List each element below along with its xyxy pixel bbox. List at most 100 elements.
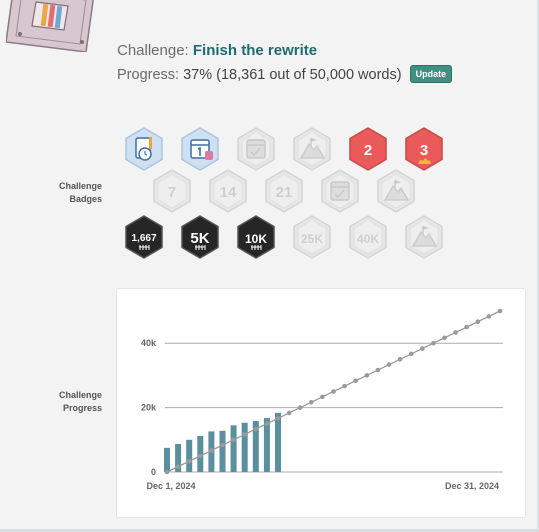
calendar-checklist-icon[interactable] bbox=[233, 126, 279, 172]
calendar-done-icon[interactable] bbox=[317, 168, 363, 214]
goal-point[interactable] bbox=[186, 458, 192, 464]
progress-chart: 0 20k 40k Dec 1, 2024 Dec 31, 2024 bbox=[141, 308, 503, 491]
badge-text: 14 bbox=[220, 184, 237, 201]
progress-bar[interactable] bbox=[219, 430, 226, 472]
progress-summary: Progress: 37% (18,361 out of 50,000 word… bbox=[117, 65, 453, 83]
badge-text: 3 bbox=[420, 142, 428, 159]
streak-3-shape: 3 bbox=[405, 127, 443, 171]
badge-text: 7 bbox=[168, 184, 176, 201]
planner-clock-icon[interactable] bbox=[121, 126, 167, 172]
words-10k-shape: 10K bbox=[237, 215, 275, 259]
goal-point[interactable] bbox=[386, 362, 392, 367]
summit-flag-shape bbox=[377, 169, 415, 213]
calendar-day-one-shape bbox=[181, 127, 219, 171]
progress-chart-card: 0 20k 40k Dec 1, 2024 Dec 31, 2024 bbox=[116, 288, 526, 518]
streak-2-icon[interactable]: 2 bbox=[345, 126, 391, 172]
goal-point[interactable] bbox=[431, 340, 436, 346]
words-25k-icon[interactable]: 25K bbox=[289, 214, 335, 260]
badge-text: 2 bbox=[364, 142, 372, 159]
progress-bar[interactable] bbox=[164, 447, 170, 472]
tent-flag-shape bbox=[405, 215, 443, 259]
words-5k-shape: 5K bbox=[181, 215, 219, 259]
chart-label-line1: Challenge bbox=[58, 390, 102, 400]
goal-point[interactable] bbox=[231, 437, 236, 443]
words-10k-icon[interactable]: 10K bbox=[233, 214, 279, 260]
summit-flag-icon[interactable] bbox=[373, 168, 419, 214]
goal-point[interactable] bbox=[364, 373, 370, 378]
project-cover-image[interactable] bbox=[6, 0, 98, 52]
challenge-title: Challenge: Finish the rewrite bbox=[117, 42, 317, 59]
streak-14-shape: 14 bbox=[209, 169, 247, 213]
badge-text: 40K bbox=[357, 232, 379, 246]
progress-bar[interactable] bbox=[275, 412, 281, 472]
streak-21-icon[interactable]: 21 bbox=[261, 168, 307, 214]
calendar-done-shape bbox=[321, 169, 359, 213]
goal-point[interactable] bbox=[353, 378, 358, 384]
badges-section-label: Challenge Badges bbox=[0, 180, 102, 206]
challenge-name-link[interactable]: Finish the rewrite bbox=[193, 42, 317, 59]
words-25k-shape: 25K bbox=[293, 215, 331, 259]
words-1667-icon[interactable]: 1,667 bbox=[121, 214, 167, 260]
goal-point[interactable] bbox=[375, 367, 381, 373]
goal-point[interactable] bbox=[242, 432, 247, 437]
goal-point[interactable] bbox=[442, 335, 447, 341]
chart-section-label: Challenge Progress bbox=[0, 389, 102, 415]
goal-point[interactable] bbox=[453, 330, 458, 335]
y-tick-label: 20k bbox=[141, 403, 157, 413]
goal-point[interactable] bbox=[275, 416, 281, 421]
goal-point[interactable] bbox=[408, 351, 414, 357]
goal-point[interactable] bbox=[320, 394, 325, 400]
chart-label-line2: Progress bbox=[62, 403, 102, 413]
planner-clock-shape bbox=[125, 127, 163, 171]
progress-value: 37% (18,361 out of 50,000 words) bbox=[183, 67, 402, 83]
streak-21-shape: 21 bbox=[265, 169, 303, 213]
progress-bar[interactable] bbox=[230, 425, 237, 472]
calendar-day-one-icon[interactable] bbox=[177, 126, 223, 172]
goal-point[interactable] bbox=[164, 469, 170, 475]
goal-point[interactable] bbox=[420, 346, 425, 351]
goal-point[interactable] bbox=[220, 442, 225, 448]
goal-point[interactable] bbox=[264, 421, 270, 426]
goal-point[interactable] bbox=[198, 453, 203, 459]
progress-bar[interactable] bbox=[263, 417, 270, 472]
goal-point[interactable] bbox=[397, 357, 403, 362]
goal-point[interactable] bbox=[331, 389, 336, 394]
streak-2-shape: 2 bbox=[349, 127, 387, 171]
badge-text: 25K bbox=[301, 232, 323, 246]
badge-text: 5K bbox=[190, 230, 209, 247]
mountain-flag-shape bbox=[293, 127, 331, 171]
tent-flag-icon[interactable] bbox=[401, 214, 447, 260]
goal-point[interactable] bbox=[253, 426, 259, 432]
goal-point[interactable] bbox=[175, 464, 181, 469]
x-axis-start-label: Dec 1, 2024 bbox=[146, 481, 195, 491]
streak-14-icon[interactable]: 14 bbox=[205, 168, 251, 214]
challenge-label: Challenge: bbox=[117, 42, 189, 59]
streak-3-icon[interactable]: 3 bbox=[401, 126, 447, 172]
badge-text: 10K bbox=[245, 232, 267, 246]
words-40k-shape: 40K bbox=[349, 215, 387, 259]
words-5k-icon[interactable]: 5K bbox=[177, 214, 223, 260]
goal-point[interactable] bbox=[464, 324, 470, 330]
goal-point[interactable] bbox=[297, 405, 303, 410]
goal-point[interactable] bbox=[475, 319, 481, 325]
progress-bar[interactable] bbox=[241, 422, 248, 472]
words-40k-icon[interactable]: 40K bbox=[345, 214, 391, 260]
goal-point[interactable] bbox=[342, 383, 347, 389]
progress-bar[interactable] bbox=[186, 439, 193, 472]
goal-point[interactable] bbox=[486, 314, 492, 319]
goal-point[interactable] bbox=[209, 448, 214, 453]
y-tick-label: 40k bbox=[141, 338, 157, 348]
mountain-flag-icon[interactable] bbox=[289, 126, 335, 172]
calendar-checklist-shape bbox=[237, 127, 275, 171]
badge-text: 1,667 bbox=[131, 233, 156, 244]
x-axis-end-label: Dec 31, 2024 bbox=[445, 481, 499, 491]
streak-7-icon[interactable]: 7 bbox=[149, 168, 195, 214]
goal-point[interactable] bbox=[497, 308, 503, 314]
streak-7-shape: 7 bbox=[153, 169, 191, 213]
badges-label-line1: Challenge bbox=[58, 181, 102, 191]
badge-text: 21 bbox=[276, 184, 293, 201]
update-button[interactable]: Update bbox=[409, 65, 453, 83]
y-tick-label: 0 bbox=[151, 467, 156, 477]
goal-point[interactable] bbox=[309, 399, 314, 405]
goal-point[interactable] bbox=[286, 410, 292, 416]
